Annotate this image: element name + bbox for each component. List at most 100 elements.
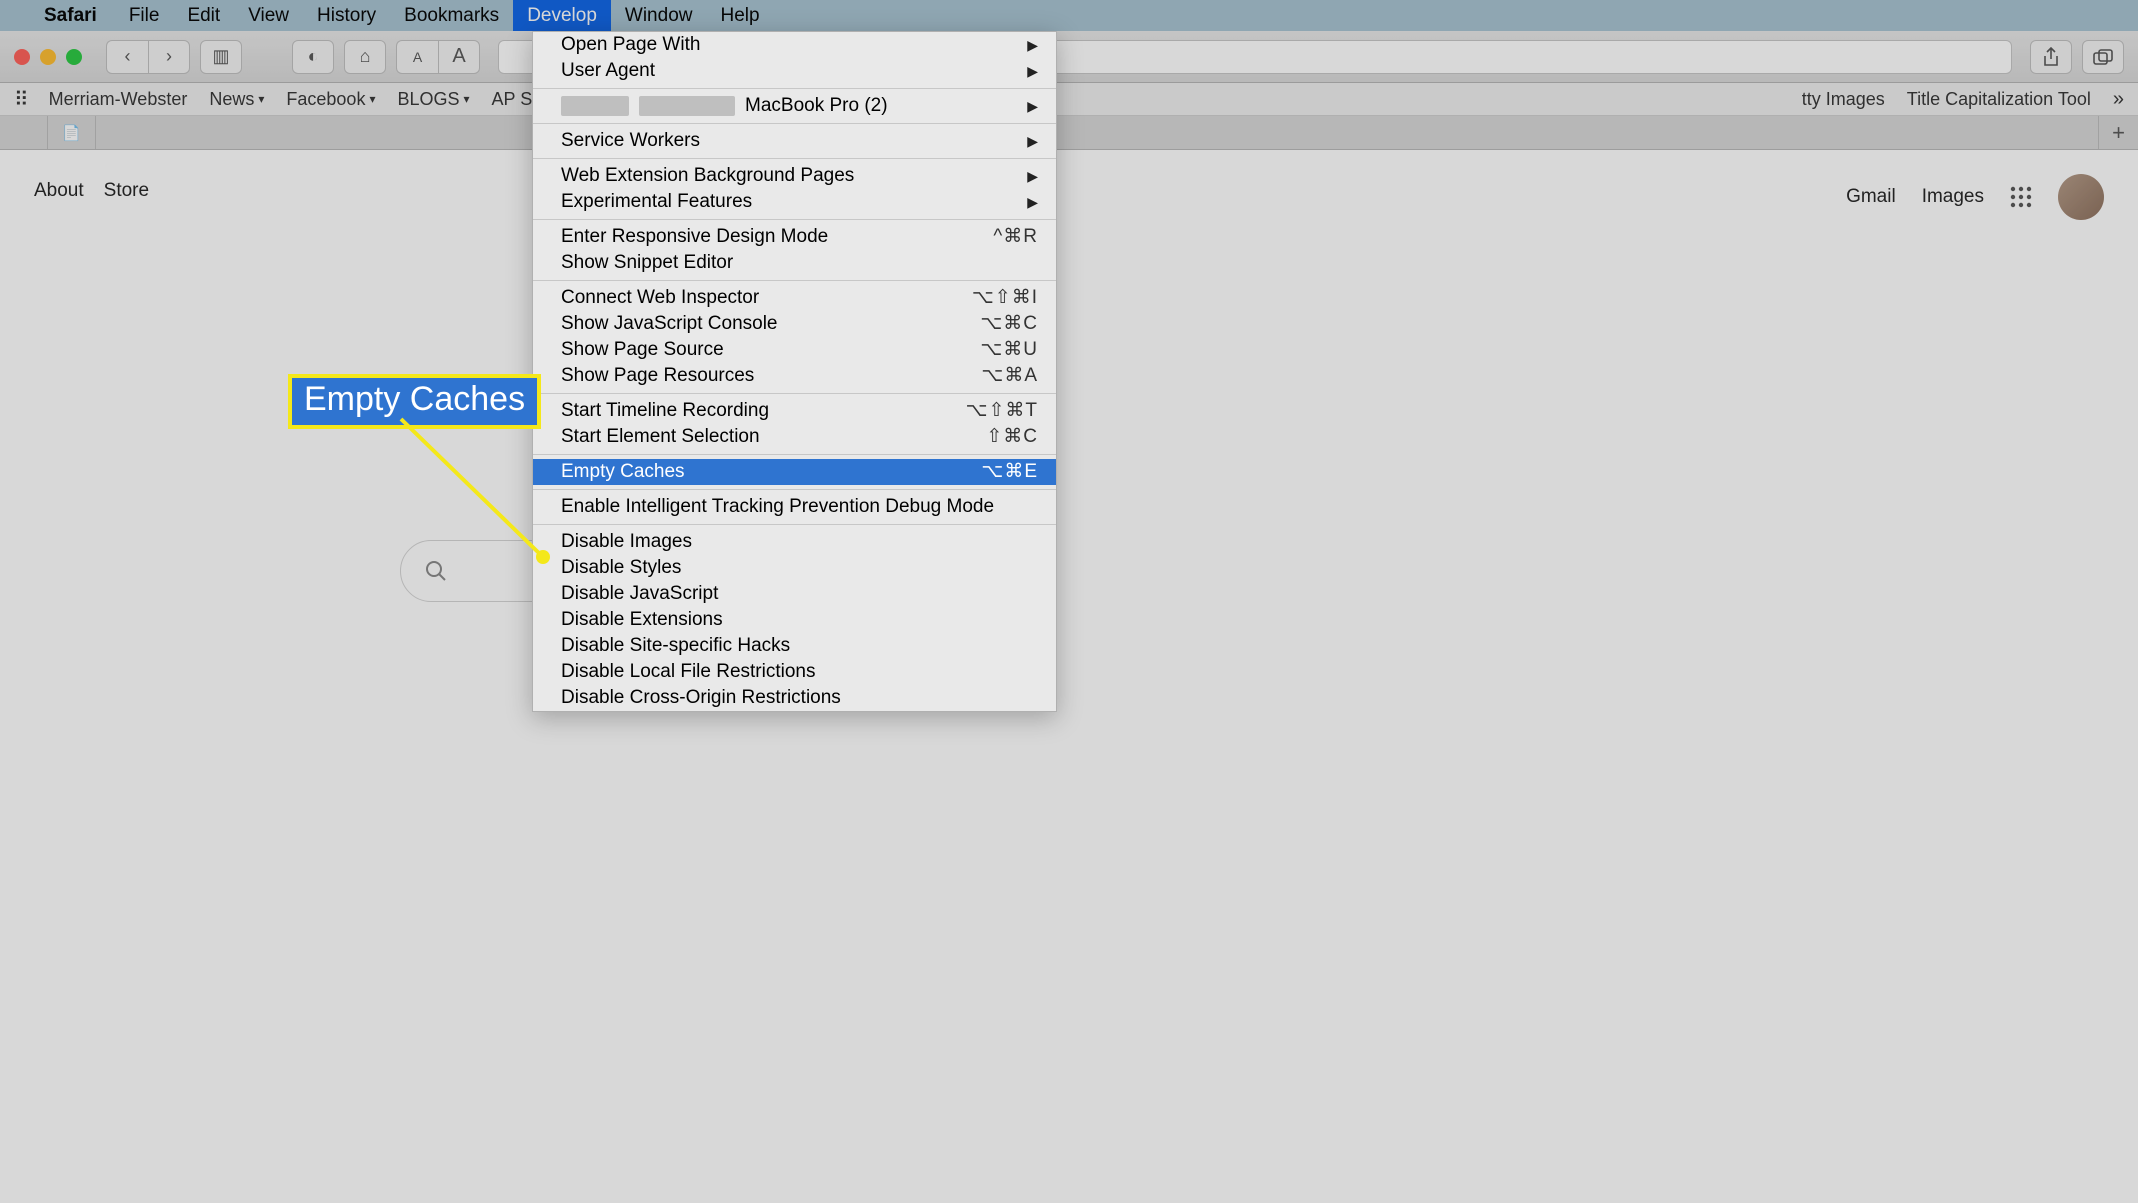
menu-item-show-snippet-editor[interactable]: Show Snippet Editor — [533, 250, 1056, 276]
page-top-right-links: Gmail Images — [1846, 174, 2104, 220]
text-smaller-button[interactable]: A — [396, 40, 438, 74]
menu-item-service-workers[interactable]: Service Workers ▶ — [533, 128, 1056, 154]
submenu-arrow-icon: ▶ — [1027, 32, 1038, 58]
tab-page[interactable]: 📄 — [48, 116, 96, 149]
account-avatar[interactable] — [2058, 174, 2104, 220]
menu-item-label: Experimental Features — [561, 189, 752, 215]
browser-toolbar: ‹ › ▥ ◐ ⌂ A A — [0, 31, 2138, 83]
menu-item-show-page-source[interactable]: Show Page Source ⌥⌘U — [533, 337, 1056, 363]
menu-shortcut: ^⌘R — [993, 224, 1038, 250]
window-controls — [14, 49, 82, 65]
favorite-tty-images[interactable]: tty Images — [1802, 89, 1885, 110]
menu-item-connect-web-inspector[interactable]: Connect Web Inspector ⌥⇧⌘I — [533, 285, 1056, 311]
page-link-about[interactable]: About — [34, 180, 84, 202]
menu-separator — [533, 88, 1056, 89]
submenu-arrow-icon: ▶ — [1027, 163, 1038, 189]
sidebar-button[interactable]: ▥ — [200, 40, 242, 74]
menu-item-disable-javascript[interactable]: Disable JavaScript — [533, 581, 1056, 607]
back-button[interactable]: ‹ — [106, 40, 148, 74]
menu-item-label: Service Workers — [561, 128, 700, 154]
menu-item-web-extension-background-pages[interactable]: Web Extension Background Pages ▶ — [533, 163, 1056, 189]
menu-item-macbook-pro-2-[interactable]: MacBook Pro (2)▶ — [533, 93, 1056, 119]
forward-button[interactable]: › — [148, 40, 190, 74]
menu-view[interactable]: View — [234, 0, 303, 31]
share-icon — [2042, 47, 2060, 67]
menu-shortcut: ⌥⇧⌘I — [972, 285, 1038, 311]
menu-shortcut: ⌥⌘E — [981, 459, 1038, 485]
page-link-images[interactable]: Images — [1922, 186, 1984, 208]
menu-file[interactable]: File — [115, 0, 174, 31]
menu-item-disable-extensions[interactable]: Disable Extensions — [533, 607, 1056, 633]
menu-item-disable-site-specific-hacks[interactable]: Disable Site-specific Hacks — [533, 633, 1056, 659]
menu-item-start-element-selection[interactable]: Start Element Selection⇧⌘C — [533, 424, 1056, 450]
chevron-down-icon: ▾ — [464, 92, 470, 106]
menu-item-label: Disable Local File Restrictions — [561, 659, 816, 685]
macos-menubar: Safari FileEditViewHistoryBookmarksDevel… — [0, 0, 2138, 31]
tabs-icon — [2093, 49, 2113, 65]
menu-history[interactable]: History — [303, 0, 390, 31]
menu-item-start-timeline-recording[interactable]: Start Timeline Recording⌥⇧⌘T — [533, 398, 1056, 424]
menu-separator — [533, 219, 1056, 220]
menu-shortcut: ⌥⌘U — [980, 337, 1038, 363]
menu-item-label: Start Timeline Recording — [561, 398, 769, 424]
menu-item-label: Disable Extensions — [561, 607, 723, 633]
search-icon — [425, 560, 447, 582]
menu-edit[interactable]: Edit — [173, 0, 234, 31]
favorites-bar: ⠿ Merriam-WebsterNews▾Facebook▾BLOGS▾AP … — [0, 83, 2138, 116]
menu-window[interactable]: Window — [611, 0, 707, 31]
menu-item-label: Open Page With — [561, 32, 700, 58]
menu-item-disable-styles[interactable]: Disable Styles — [533, 555, 1056, 581]
menu-item-disable-cross-origin-restrictions[interactable]: Disable Cross-Origin Restrictions — [533, 685, 1056, 711]
share-button[interactable] — [2030, 40, 2072, 74]
menu-item-label: Disable Cross-Origin Restrictions — [561, 685, 841, 711]
zoom-window-button[interactable] — [66, 49, 82, 65]
menu-separator — [533, 524, 1056, 525]
menu-item-open-page-with[interactable]: Open Page With ▶ — [533, 32, 1056, 58]
menu-item-label: Empty Caches — [561, 459, 685, 485]
menu-item-label: Connect Web Inspector — [561, 285, 759, 311]
menu-item-disable-local-file-restrictions[interactable]: Disable Local File Restrictions — [533, 659, 1056, 685]
close-window-button[interactable] — [14, 49, 30, 65]
favorite-blogs[interactable]: BLOGS▾ — [397, 89, 469, 110]
home-button[interactable]: ⌂ — [344, 40, 386, 74]
show-favorites-grid-icon[interactable]: ⠿ — [14, 87, 27, 112]
minimize-window-button[interactable] — [40, 49, 56, 65]
menu-separator — [533, 280, 1056, 281]
favorite-merriam-webster[interactable]: Merriam-Webster — [49, 89, 188, 110]
show-tabs-button[interactable] — [2082, 40, 2124, 74]
privacy-report-button[interactable]: ◐ — [292, 40, 334, 74]
google-apps-icon[interactable] — [2010, 186, 2032, 208]
menu-shortcut: ⌥⌘C — [980, 311, 1038, 337]
menu-develop[interactable]: Develop — [513, 0, 611, 31]
chevron-down-icon: ▾ — [258, 92, 264, 106]
submenu-arrow-icon: ▶ — [1027, 128, 1038, 154]
app-name[interactable]: Safari — [44, 5, 97, 27]
menu-item-disable-images[interactable]: Disable Images — [533, 529, 1056, 555]
menu-item-label: Web Extension Background Pages — [561, 163, 854, 189]
menu-item-enable-intelligent-tracking-prevention-debug-mode[interactable]: Enable Intelligent Tracking Prevention D… — [533, 494, 1056, 520]
tab-apple[interactable] — [0, 116, 48, 149]
menu-item-user-agent[interactable]: User Agent ▶ — [533, 58, 1056, 84]
menu-item-show-javascript-console[interactable]: Show JavaScript Console⌥⌘C — [533, 311, 1056, 337]
menu-item-enter-responsive-design-mode[interactable]: Enter Responsive Design Mode^⌘R — [533, 224, 1056, 250]
menu-item-label: Show Page Source — [561, 337, 724, 363]
page-link-gmail[interactable]: Gmail — [1846, 186, 1896, 208]
favorite-news[interactable]: News▾ — [209, 89, 264, 110]
menu-separator — [533, 393, 1056, 394]
page-link-store[interactable]: Store — [104, 180, 149, 202]
menu-item-show-page-resources[interactable]: Show Page Resources⌥⌘A — [533, 363, 1056, 389]
menu-help[interactable]: Help — [706, 0, 773, 31]
favorite-facebook[interactable]: Facebook▾ — [286, 89, 375, 110]
favorites-overflow-button[interactable]: » — [2113, 88, 2124, 111]
text-larger-button[interactable]: A — [438, 40, 480, 74]
menu-separator — [533, 158, 1056, 159]
menu-item-label: User Agent — [561, 58, 655, 84]
menu-bookmarks[interactable]: Bookmarks — [390, 0, 513, 31]
submenu-arrow-icon: ▶ — [1027, 58, 1038, 84]
new-tab-button[interactable]: + — [2098, 116, 2138, 149]
menu-item-empty-caches[interactable]: Empty Caches ⌥⌘E — [533, 459, 1056, 485]
menu-item-experimental-features[interactable]: Experimental Features▶ — [533, 189, 1056, 215]
favorite-title-capitalization-tool[interactable]: Title Capitalization Tool — [1907, 89, 2091, 110]
menu-item-label: Show Snippet Editor — [561, 250, 733, 276]
menu-item-label: Disable Styles — [561, 555, 681, 581]
